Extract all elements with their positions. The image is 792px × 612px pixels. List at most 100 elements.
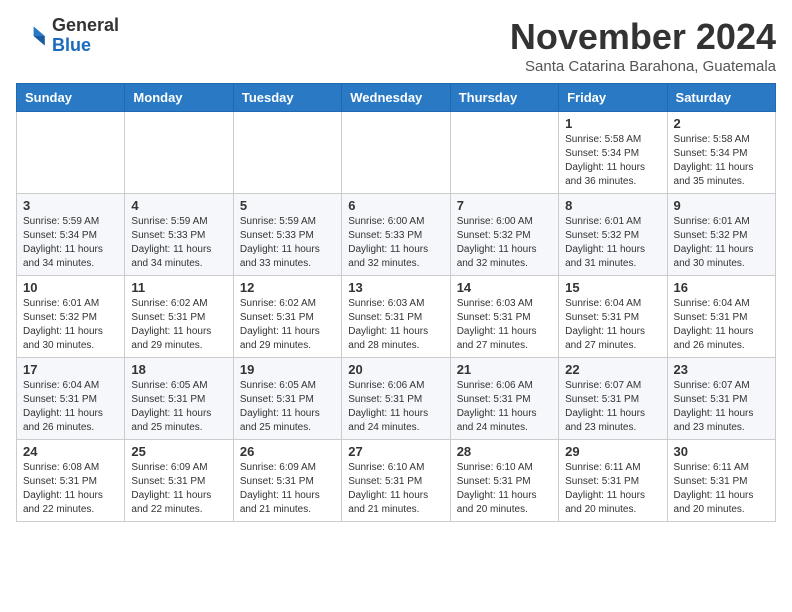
- day-info: Sunrise: 6:02 AM Sunset: 5:31 PM Dayligh…: [131, 297, 226, 353]
- weekday-header: Friday: [559, 84, 667, 112]
- calendar-table: SundayMondayTuesdayWednesdayThursdayFrid…: [16, 83, 776, 522]
- weekday-header: Wednesday: [342, 84, 450, 112]
- day-info: Sunrise: 6:06 AM Sunset: 5:31 PM Dayligh…: [348, 379, 443, 435]
- day-info: Sunrise: 6:01 AM Sunset: 5:32 PM Dayligh…: [565, 215, 660, 271]
- calendar-cell: 26Sunrise: 6:09 AM Sunset: 5:31 PM Dayli…: [233, 440, 341, 522]
- day-number: 7: [457, 198, 552, 213]
- calendar-cell: 20Sunrise: 6:06 AM Sunset: 5:31 PM Dayli…: [342, 358, 450, 440]
- calendar-cell: 9Sunrise: 6:01 AM Sunset: 5:32 PM Daylig…: [667, 194, 775, 276]
- day-number: 24: [23, 444, 118, 459]
- day-info: Sunrise: 6:00 AM Sunset: 5:33 PM Dayligh…: [348, 215, 443, 271]
- calendar-cell: 30Sunrise: 6:11 AM Sunset: 5:31 PM Dayli…: [667, 440, 775, 522]
- day-info: Sunrise: 6:05 AM Sunset: 5:31 PM Dayligh…: [240, 379, 335, 435]
- calendar-week-row: 24 Sunrise: 6:08 AM Sunset: 5:31 PM Dayli…: [17, 440, 776, 522]
- day-number: 5: [240, 198, 335, 213]
- weekday-header: Sunday: [17, 84, 125, 112]
- day-info: Sunrise: 6:05 AM Sunset: 5:31 PM Dayligh…: [131, 379, 226, 435]
- calendar-cell: 22Sunrise: 6:07 AM Sunset: 5:31 PM Dayli…: [559, 358, 667, 440]
- calendar-cell: 12 Sunrise: 6:02 AM Sunset: 5:31 PM Dayli…: [233, 276, 341, 358]
- page-header: General Blue November 2024 Santa Catarin…: [16, 16, 776, 75]
- day-number: 10: [23, 280, 118, 295]
- day-number: 4: [131, 198, 226, 213]
- day-number: 15: [565, 280, 660, 295]
- day-info: Sunrise: 5:58 AM Sunset: 5:34 PM Dayligh…: [674, 133, 769, 189]
- day-number: 9: [674, 198, 769, 213]
- calendar-cell: 17 Sunrise: 6:04 AM Sunset: 5:31 PM Dayli…: [17, 358, 125, 440]
- calendar-cell: 11 Sunrise: 6:02 AM Sunset: 5:31 PM Dayli…: [125, 276, 233, 358]
- day-info: Sunrise: 6:00 AM Sunset: 5:32 PM Dayligh…: [457, 215, 552, 271]
- calendar-cell: 16Sunrise: 6:04 AM Sunset: 5:31 PM Dayli…: [667, 276, 775, 358]
- day-number: 25: [131, 444, 226, 459]
- logo: General Blue: [16, 16, 119, 56]
- weekday-header: Thursday: [450, 84, 558, 112]
- calendar-cell: 15 Sunrise: 6:04 AM Sunset: 5:31 PM Dayli…: [559, 276, 667, 358]
- day-number: 21: [457, 362, 552, 377]
- day-info: Sunrise: 5:59 AM Sunset: 5:33 PM Dayligh…: [240, 215, 335, 271]
- calendar-cell: [125, 112, 233, 194]
- calendar-week-row: 3 Sunrise: 5:59 AM Sunset: 5:34 PM Daylig…: [17, 194, 776, 276]
- day-number: 29: [565, 444, 660, 459]
- day-number: 23: [674, 362, 769, 377]
- day-number: 18: [131, 362, 226, 377]
- day-info: Sunrise: 6:09 AM Sunset: 5:31 PM Dayligh…: [240, 461, 335, 517]
- calendar-cell: [450, 112, 558, 194]
- calendar-cell: [17, 112, 125, 194]
- day-number: 19: [240, 362, 335, 377]
- calendar-cell: [233, 112, 341, 194]
- day-info: Sunrise: 6:07 AM Sunset: 5:31 PM Dayligh…: [674, 379, 769, 435]
- calendar-cell: 3 Sunrise: 5:59 AM Sunset: 5:34 PM Daylig…: [17, 194, 125, 276]
- day-info: Sunrise: 6:02 AM Sunset: 5:31 PM Dayligh…: [240, 297, 335, 353]
- month-title: November 2024: [510, 16, 776, 58]
- day-info: Sunrise: 5:59 AM Sunset: 5:33 PM Dayligh…: [131, 215, 226, 271]
- calendar-cell: 5 Sunrise: 5:59 AM Sunset: 5:33 PM Daylig…: [233, 194, 341, 276]
- calendar-cell: 24 Sunrise: 6:08 AM Sunset: 5:31 PM Dayli…: [17, 440, 125, 522]
- day-info: Sunrise: 6:10 AM Sunset: 5:31 PM Dayligh…: [457, 461, 552, 517]
- calendar-cell: 7 Sunrise: 6:00 AM Sunset: 5:32 PM Daylig…: [450, 194, 558, 276]
- logo-blue-text: Blue: [52, 35, 91, 55]
- logo-general-text: General: [52, 15, 119, 35]
- weekday-header: Saturday: [667, 84, 775, 112]
- calendar-cell: 4 Sunrise: 5:59 AM Sunset: 5:33 PM Daylig…: [125, 194, 233, 276]
- weekday-header-row: SundayMondayTuesdayWednesdayThursdayFrid…: [17, 84, 776, 112]
- day-info: Sunrise: 6:07 AM Sunset: 5:31 PM Dayligh…: [565, 379, 660, 435]
- day-info: Sunrise: 6:09 AM Sunset: 5:31 PM Dayligh…: [131, 461, 226, 517]
- logo-icon: [16, 20, 48, 52]
- calendar-cell: 10Sunrise: 6:01 AM Sunset: 5:32 PM Dayli…: [17, 276, 125, 358]
- calendar-cell: 23 Sunrise: 6:07 AM Sunset: 5:31 PM Dayli…: [667, 358, 775, 440]
- day-number: 16: [674, 280, 769, 295]
- day-number: 3: [23, 198, 118, 213]
- calendar-cell: 29Sunrise: 6:11 AM Sunset: 5:31 PM Dayli…: [559, 440, 667, 522]
- day-number: 13: [348, 280, 443, 295]
- day-number: 6: [348, 198, 443, 213]
- weekday-header: Monday: [125, 84, 233, 112]
- day-info: Sunrise: 6:10 AM Sunset: 5:31 PM Dayligh…: [348, 461, 443, 517]
- day-number: 11: [131, 280, 226, 295]
- day-number: 27: [348, 444, 443, 459]
- day-number: 28: [457, 444, 552, 459]
- day-info: Sunrise: 5:59 AM Sunset: 5:34 PM Dayligh…: [23, 215, 118, 271]
- day-info: Sunrise: 6:11 AM Sunset: 5:31 PM Dayligh…: [674, 461, 769, 517]
- title-section: November 2024 Santa Catarina Barahona, G…: [510, 16, 776, 75]
- day-number: 17: [23, 362, 118, 377]
- calendar-cell: 28 Sunrise: 6:10 AM Sunset: 5:31 PM Dayli…: [450, 440, 558, 522]
- calendar-week-row: 17 Sunrise: 6:04 AM Sunset: 5:31 PM Dayli…: [17, 358, 776, 440]
- calendar-cell: 21 Sunrise: 6:06 AM Sunset: 5:31 PM Dayli…: [450, 358, 558, 440]
- calendar-week-row: 1 Sunrise: 5:58 AM Sunset: 5:34 PM Daylig…: [17, 112, 776, 194]
- day-number: 14: [457, 280, 552, 295]
- day-info: Sunrise: 6:04 AM Sunset: 5:31 PM Dayligh…: [23, 379, 118, 435]
- day-info: Sunrise: 5:58 AM Sunset: 5:34 PM Dayligh…: [565, 133, 660, 189]
- calendar-cell: 14Sunrise: 6:03 AM Sunset: 5:31 PM Dayli…: [450, 276, 558, 358]
- calendar-cell: [342, 112, 450, 194]
- calendar-cell: 27 Sunrise: 6:10 AM Sunset: 5:31 PM Dayli…: [342, 440, 450, 522]
- calendar-cell: 19 Sunrise: 6:05 AM Sunset: 5:31 PM Dayli…: [233, 358, 341, 440]
- day-number: 12: [240, 280, 335, 295]
- day-number: 8: [565, 198, 660, 213]
- day-info: Sunrise: 6:08 AM Sunset: 5:31 PM Dayligh…: [23, 461, 118, 517]
- calendar-cell: 8 Sunrise: 6:01 AM Sunset: 5:32 PM Daylig…: [559, 194, 667, 276]
- day-info: Sunrise: 6:06 AM Sunset: 5:31 PM Dayligh…: [457, 379, 552, 435]
- weekday-header: Tuesday: [233, 84, 341, 112]
- day-info: Sunrise: 6:03 AM Sunset: 5:31 PM Dayligh…: [348, 297, 443, 353]
- day-info: Sunrise: 6:04 AM Sunset: 5:31 PM Dayligh…: [565, 297, 660, 353]
- day-number: 1: [565, 116, 660, 131]
- calendar-cell: 6 Sunrise: 6:00 AM Sunset: 5:33 PM Daylig…: [342, 194, 450, 276]
